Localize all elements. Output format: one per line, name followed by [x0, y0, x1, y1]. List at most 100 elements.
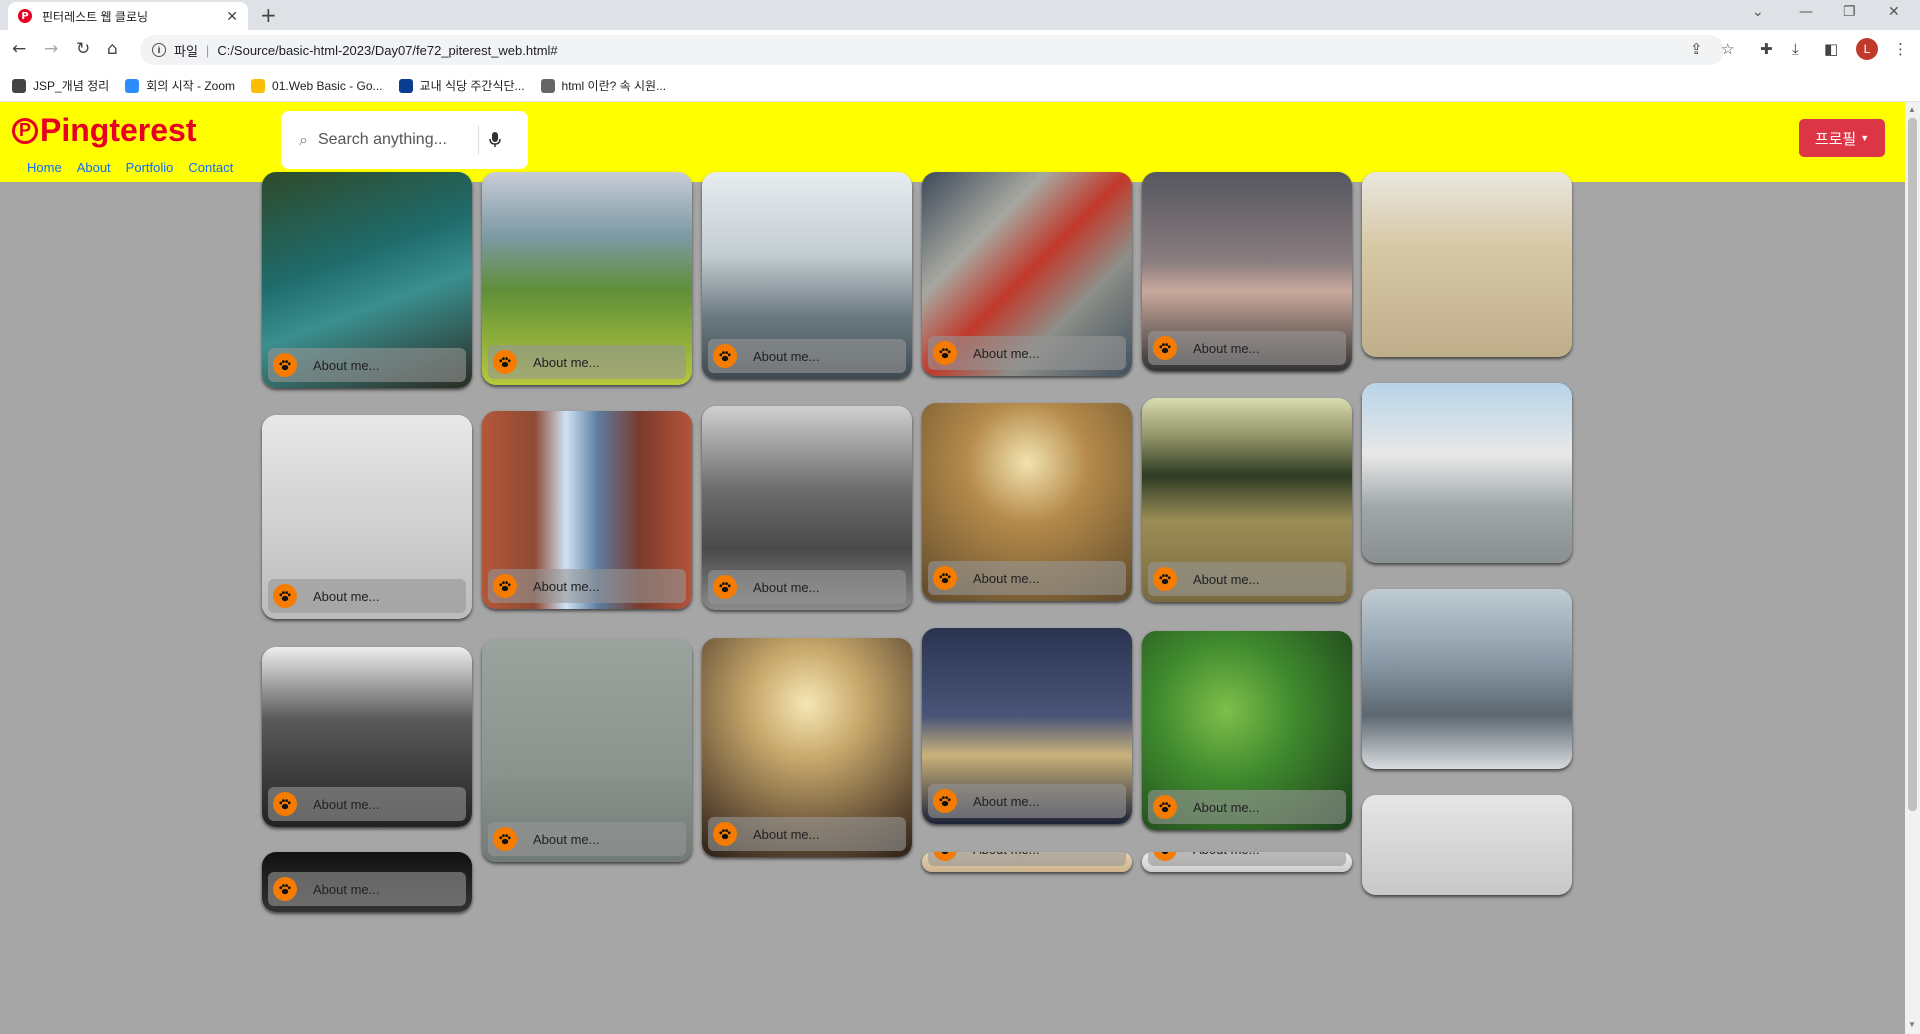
- pin-caption: About me...: [268, 348, 466, 382]
- pin-caption-text: About me...: [533, 354, 600, 370]
- paw-icon[interactable]: [273, 584, 297, 608]
- pin-card[interactable]: About me...: [702, 406, 912, 610]
- pin-card[interactable]: About me...: [702, 638, 912, 857]
- pin-caption: About me...: [708, 570, 906, 604]
- bookmark-label: 01.Web Basic - Go...: [272, 78, 383, 93]
- pin-card[interactable]: About me...: [1142, 852, 1352, 872]
- reload-icon[interactable]: ↻: [76, 39, 90, 59]
- scroll-up-icon[interactable]: ▲: [1908, 105, 1916, 114]
- paw-icon[interactable]: [493, 574, 517, 598]
- pin-card[interactable]: About me...: [262, 172, 472, 388]
- paw-icon[interactable]: [1153, 795, 1177, 819]
- browser-tab[interactable]: P 핀터레스트 웹 클로닝 ✕: [8, 2, 248, 30]
- pin-card[interactable]: [1362, 172, 1572, 357]
- bookmark-item[interactable]: html 이란? 속 시원...: [540, 77, 666, 94]
- paw-icon[interactable]: [493, 827, 517, 851]
- paw-icon[interactable]: [1153, 336, 1177, 360]
- pin-caption-text: About me...: [313, 796, 380, 812]
- side-panel-icon[interactable]: ◧: [1824, 40, 1838, 58]
- paw-icon[interactable]: [713, 822, 737, 846]
- paw-icon[interactable]: [1153, 852, 1177, 861]
- pin-card[interactable]: About me...: [922, 172, 1132, 376]
- profile-button-label: 프로필: [1814, 130, 1857, 148]
- paw-icon[interactable]: [1153, 567, 1177, 591]
- address-url: C:/Source/basic-html-2023/Day07/fe72_pit…: [217, 42, 558, 58]
- pin-caption: About me...: [708, 817, 906, 851]
- pin-card[interactable]: About me...: [262, 415, 472, 619]
- pin-card[interactable]: About me...: [1142, 172, 1352, 371]
- profile-avatar[interactable]: L: [1856, 38, 1878, 60]
- paw-icon[interactable]: [273, 877, 297, 901]
- paw-icon[interactable]: [493, 350, 517, 374]
- tab-search-icon[interactable]: ⌄: [1752, 4, 1764, 20]
- pin-card[interactable]: About me...: [262, 852, 472, 912]
- bookmark-item[interactable]: 01.Web Basic - Go...: [251, 78, 383, 93]
- paw-icon[interactable]: [273, 792, 297, 816]
- paw-icon[interactable]: [933, 341, 957, 365]
- paw-icon[interactable]: [933, 566, 957, 590]
- pin-caption: About me...: [928, 336, 1126, 370]
- paw-icon[interactable]: [933, 789, 957, 813]
- pin-card[interactable]: [1362, 383, 1572, 563]
- minimize-button[interactable]: —: [1799, 4, 1813, 20]
- extensions-icon[interactable]: ✚: [1760, 40, 1773, 58]
- back-icon[interactable]: ←: [12, 39, 26, 59]
- pin-caption-text: About me...: [313, 357, 380, 373]
- menu-icon[interactable]: ⋮: [1893, 40, 1908, 58]
- site-logo[interactable]: P Pingterest: [12, 112, 196, 149]
- paw-icon[interactable]: [713, 575, 737, 599]
- pin-card[interactable]: About me...: [922, 852, 1132, 872]
- download-icon[interactable]: ⤓: [1792, 40, 1799, 58]
- bookmark-item[interactable]: 교내 식당 주간식단...: [398, 77, 525, 94]
- share-icon[interactable]: ⇪: [1690, 40, 1703, 58]
- paw-icon[interactable]: [273, 353, 297, 377]
- nav-contact[interactable]: Contact: [188, 160, 233, 175]
- pin-card[interactable]: About me...: [482, 639, 692, 862]
- pin-caption-text: About me...: [973, 345, 1040, 361]
- microphone-icon[interactable]: [477, 125, 501, 155]
- site-info-icon[interactable]: i: [152, 43, 166, 57]
- bookmark-star-icon[interactable]: ☆: [1721, 40, 1734, 58]
- pin-card[interactable]: [1362, 795, 1572, 895]
- bookmark-item[interactable]: JSP_개념 정리: [12, 77, 109, 94]
- nav-home[interactable]: Home: [27, 160, 62, 175]
- pin-card[interactable]: About me...: [922, 628, 1132, 824]
- pen-icon: [540, 78, 555, 93]
- forward-icon[interactable]: →: [44, 39, 58, 59]
- pin-caption-text: About me...: [973, 570, 1040, 586]
- paw-icon[interactable]: [933, 852, 957, 861]
- pin-caption: About me...: [928, 852, 1126, 866]
- pin-card[interactable]: [1362, 589, 1572, 769]
- pin-card[interactable]: About me...: [1142, 631, 1352, 830]
- close-tab-icon[interactable]: ✕: [226, 8, 238, 25]
- browser-tab-strip: P 핀터레스트 웹 클로닝 ✕ + ⌄ — ❐ ✕: [0, 0, 1920, 30]
- bookmark-item[interactable]: 회의 시작 - Zoom: [125, 77, 235, 94]
- pin-caption: About me...: [1148, 790, 1346, 824]
- address-bar[interactable]: i 파일 | C:/Source/basic-html-2023/Day07/f…: [140, 35, 1724, 65]
- pin-image: [1362, 795, 1572, 895]
- scrollbar-thumb[interactable]: [1908, 118, 1917, 811]
- pin-caption-text: About me...: [753, 826, 820, 842]
- search-input[interactable]: [317, 131, 478, 149]
- pin-card[interactable]: About me...: [1142, 398, 1352, 602]
- page-scrollbar[interactable]: ▲ ▼: [1905, 102, 1920, 1034]
- pin-card[interactable]: About me...: [482, 172, 692, 385]
- window-close-button[interactable]: ✕: [1888, 4, 1900, 20]
- nav-portfolio[interactable]: Portfolio: [126, 160, 174, 175]
- restore-button[interactable]: ❐: [1843, 4, 1856, 20]
- pin-card[interactable]: About me...: [262, 647, 472, 827]
- profile-dropdown-button[interactable]: 프로필 ▼: [1799, 119, 1885, 157]
- paw-icon[interactable]: [713, 344, 737, 368]
- pin-caption-text: About me...: [313, 588, 380, 604]
- pin-caption-text: About me...: [1193, 571, 1260, 587]
- pin-card[interactable]: About me...: [482, 411, 692, 609]
- pin-card[interactable]: About me...: [922, 403, 1132, 601]
- nav-about[interactable]: About: [77, 160, 111, 175]
- new-tab-button[interactable]: +: [260, 3, 277, 27]
- pin-card[interactable]: About me...: [702, 172, 912, 379]
- bookmark-label: 회의 시작 - Zoom: [146, 79, 236, 93]
- pin-image: [1362, 383, 1572, 563]
- pin-caption-text: About me...: [1193, 799, 1260, 815]
- home-icon[interactable]: ⌂: [107, 39, 118, 59]
- scroll-down-icon[interactable]: ▼: [1908, 1020, 1916, 1029]
